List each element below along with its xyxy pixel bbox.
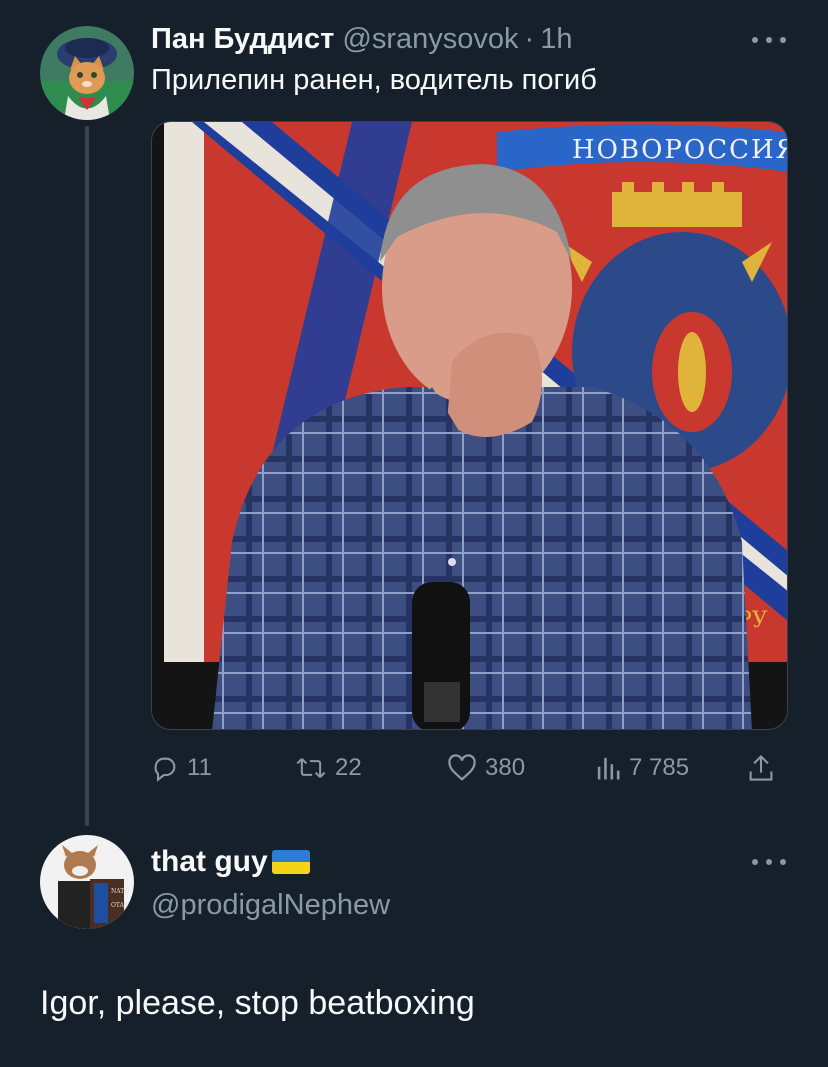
more-icon[interactable] [752,33,786,47]
reply-handle[interactable]: @prodigalNephew [151,889,390,922]
views-button[interactable]: 7 785 [595,748,689,788]
tweet-timestamp[interactable]: 1h [540,23,572,56]
reply-header: that guy @prodigalNephew [151,845,390,922]
avatar-podium-otan: OTAN [111,902,129,909]
ukraine-flag-icon [271,850,310,874]
thread-line [85,126,89,826]
reply-more-icon[interactable] [752,855,786,869]
reply-display-name[interactable]: that guy [151,845,268,879]
tweet-actions: 11 22 380 7 785 [151,748,788,788]
views-icon [597,757,620,780]
like-button[interactable]: 380 [447,748,525,788]
reply-icon [154,757,176,782]
tweet-header: Пан Буддист @sranysovok · 1h [151,22,572,56]
reply-count: 11 [187,754,212,781]
author-handle[interactable]: @sranysovok [342,23,518,56]
like-count: 380 [485,754,526,781]
avatar-podium-nato: NATO [111,888,129,895]
share-button[interactable] [747,748,783,788]
tweet-text: Прилепин ранен, водитель погиб [151,64,597,96]
reply-avatar[interactable]: NATO OTAN [40,835,134,929]
tweet-media[interactable]: НОВОРОССИЯ РУ [151,121,788,730]
retweet-button[interactable]: 22 [295,748,362,788]
share-icon [749,754,773,781]
reply-button[interactable]: 11 [151,748,212,788]
author-display-name[interactable]: Пан Буддист [151,23,334,56]
views-count: 7 785 [629,754,690,781]
flag-banner-text: НОВОРОССИЯ [572,135,788,165]
reply-display-name-row[interactable]: that guy [151,845,390,879]
media-photo: НОВОРОССИЯ РУ [152,122,788,729]
reply-text: Igor, please, stop beatboxing [40,984,475,1022]
separator-dot: · [524,22,535,55]
retweet-icon [296,758,326,778]
like-icon [448,754,476,781]
author-avatar[interactable] [40,26,134,120]
retweet-count: 22 [335,754,362,781]
